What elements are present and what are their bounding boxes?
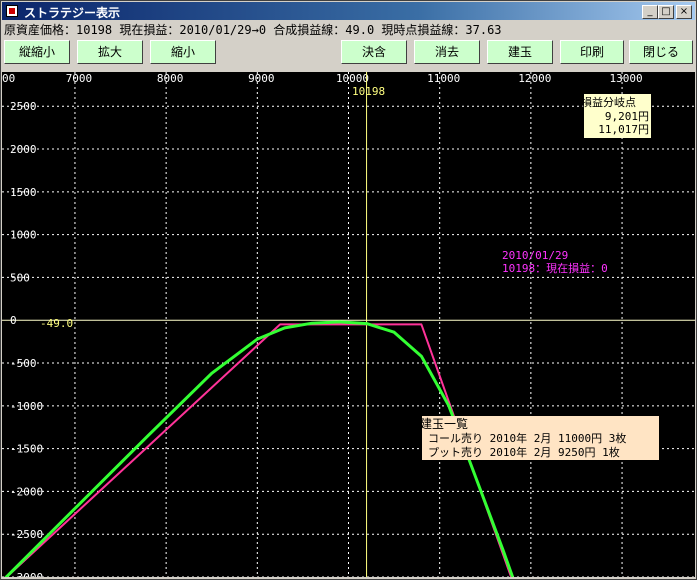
y-tick-label: 1500 [10,186,37,199]
settle-button[interactable]: 決含 [341,40,407,64]
x-tick-label: 10000 [336,72,369,85]
x-tick-label: 12000 [518,72,551,85]
app-icon [6,5,18,17]
erase-button[interactable]: 消去 [414,40,480,64]
status-line: 原資産価格：10198 現在損益：2010/01/29→0 合成損益線：49.0… [4,23,502,37]
breakeven-title: 損益分岐点 [581,95,636,109]
x-tick-label-partial: 00 [2,72,15,85]
title-bar[interactable]: ストラテジー表示 _ □ × [2,2,695,20]
zoom-in-button[interactable]: 拡大 [77,40,143,64]
zero-line-value: -49.0 [40,317,73,330]
breakeven-value: 11,017円 [598,123,649,136]
x-tick-label: 8000 [157,72,184,85]
y-tick-label: -1000 [10,400,43,413]
y-tick-label: -3000 [10,571,43,577]
y-tick-label: 500 [10,271,30,284]
vertical-shrink-button[interactable]: 縦縮小 [4,40,70,64]
payoff-chart[interactable]: 7000 8000 9000 10000 11000 12000 13000 00 2500 20… [2,72,695,577]
zoom-out-button[interactable]: 縮小 [150,40,216,64]
position-row: コール売り 2010年 2月 11000円 3枚 [428,431,626,445]
pnl-info-date: 2010/01/29 [502,249,568,262]
y-tick-label: 0 [10,314,17,327]
y-tick-label: -1500 [10,443,43,456]
minimize-button[interactable]: _ [642,5,658,19]
y-tick-label: 2500 [10,100,37,113]
x-tick-label: 9000 [248,72,275,85]
position-row: プット売り 2010年 2月 9250円 1枚 [428,445,620,459]
y-tick-label: -2000 [10,485,43,498]
open-position-button[interactable]: 建玉 [487,40,553,64]
window-title: ストラテジー表示 [24,6,121,20]
payoff-chart-svg: 7000 8000 9000 10000 11000 12000 1300000250020… [2,72,695,577]
print-button[interactable]: 印刷 [560,40,624,64]
y-tick-label: -2500 [10,528,43,541]
breakeven-value: 9,201円 [605,110,649,123]
y-tick-label: 1000 [10,229,37,242]
close-window-button[interactable]: × [676,5,692,19]
strategy-window: ストラテジー表示 _ □ × 原資産価格：10198 現在損益：2010/01/… [0,0,697,580]
maximize-button[interactable]: □ [658,5,674,19]
x-tick-label: 7000 [66,72,93,85]
x-tick-label: 13000 [609,72,642,85]
positions-title: 建玉一覧 [420,417,468,431]
close-button[interactable]: 閉じる [629,40,693,64]
y-tick-label: 2000 [10,143,37,156]
pnl-info-text: 10198：現在損益：0 [502,261,608,275]
y-tick-label: -500 [10,357,37,370]
x-tick-label: 11000 [427,72,460,85]
current-price-label: 10198 [352,85,385,98]
